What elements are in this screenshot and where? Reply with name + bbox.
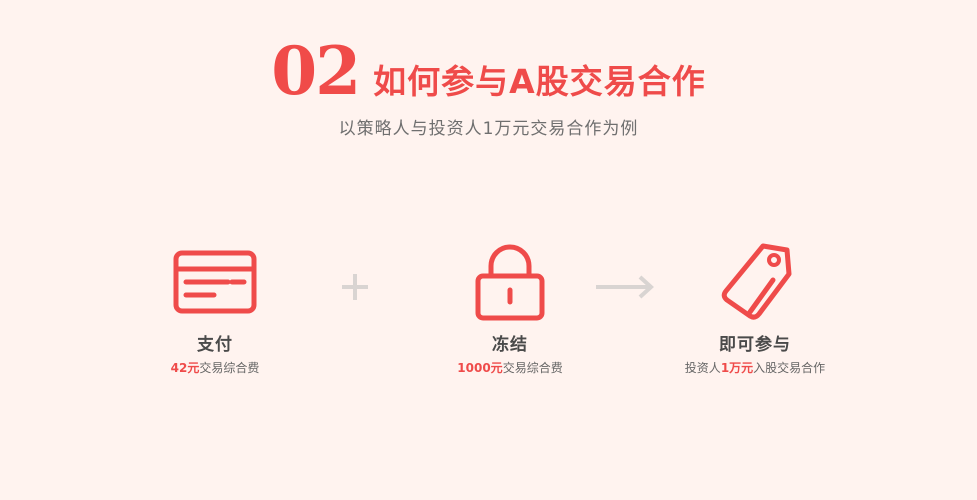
plus-icon xyxy=(338,270,372,308)
step-join-desc: 投资人1万元入股交易合作 xyxy=(660,360,850,376)
price-tag-icon xyxy=(660,240,850,324)
step-freeze-label: 冻结 xyxy=(492,335,528,355)
step-pay-desc-text: 交易综合费 xyxy=(199,361,260,375)
step-join-label: 即可参与 xyxy=(719,335,791,355)
step-freeze-desc: 1000元交易综合费 xyxy=(425,360,595,376)
step-freeze-amount: 1000元 xyxy=(457,361,503,375)
step-join-desc-text: 入股交易合作 xyxy=(753,361,826,375)
step-join-amount: 1万元 xyxy=(720,361,754,375)
step-join: 即可参与 投资人1万元入股交易合作 xyxy=(660,240,850,376)
header: 02 如何参与A股交易合作 以策略人与投资人1万元交易合作为例 xyxy=(0,38,977,140)
arrow-right-icon xyxy=(594,270,656,308)
lock-icon xyxy=(425,240,595,324)
step-number: 02 xyxy=(271,32,361,110)
step-pay-label: 支付 xyxy=(197,335,233,355)
step-freeze-desc-text: 交易综合费 xyxy=(502,361,563,375)
page-title: 如何参与A股交易合作 xyxy=(373,62,706,101)
credit-card-icon xyxy=(130,240,300,324)
step-pay-amount: 42元 xyxy=(170,361,200,375)
title-row: 02 如何参与A股交易合作 xyxy=(271,38,705,104)
step-freeze: 冻结 1000元交易综合费 xyxy=(425,240,595,376)
step-pay-desc: 42元交易综合费 xyxy=(130,360,300,376)
step-pay: 支付 42元交易综合费 xyxy=(130,240,300,376)
page-subtitle: 以策略人与投资人1万元交易合作为例 xyxy=(338,119,639,139)
step-join-desc-prefix: 投资人 xyxy=(684,361,721,375)
